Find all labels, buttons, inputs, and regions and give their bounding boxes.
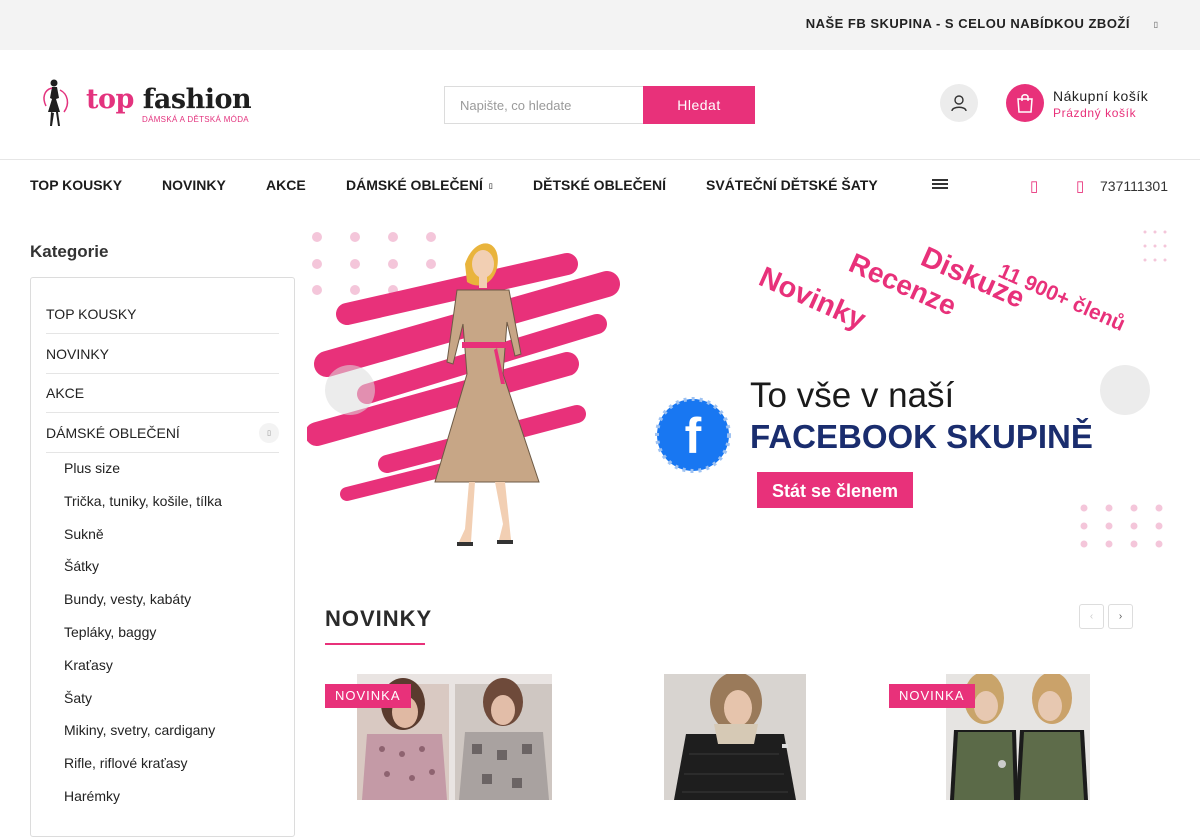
shopping-bag-icon [1017,94,1033,113]
top-bar: NAŠE FB SKUPINA - S CELOU NABÍDKOU ZBOŽÍ… [0,0,1200,50]
expand-toggle-icon[interactable]: ▯ [259,423,279,443]
banner-next-button[interactable] [1100,365,1150,415]
jacket-photo [664,674,806,800]
sidebar-title: Kategorie [30,242,109,261]
user-account-button[interactable] [940,84,978,122]
category-sidebar: TOP KOUSKY NOVINKY AKCE DÁMSKÉ OBLEČENÍ … [30,277,295,837]
logo-silhouette-icon [43,79,69,126]
logo-brand-pink: top [86,84,134,115]
dot-pattern-left [312,232,436,295]
section-title-novinky: NOVINKY [325,606,433,631]
carousel-next-button[interactable]: › [1108,604,1133,629]
subcategory-item[interactable]: Tepláky, baggy [64,624,156,640]
nav-item-svatecni-detske-saty[interactable]: SVÁTEČNÍ DĚTSKÉ ŠATY [706,177,878,193]
chevron-down-icon: ▯ [488,183,493,191]
nav-item-detske-obleceni[interactable]: DĚTSKÉ OBLEČENÍ [533,177,666,193]
phone-number[interactable]: 737111301 [1100,178,1168,194]
logo[interactable]: top fashion DÁMSKÁ A DĚTSKÁ MÓDA [36,78,256,130]
category-novinky[interactable]: NOVINKY [46,334,279,374]
nav-item-damske-obleceni[interactable]: DÁMSKÉ OBLEČENÍ ▯ [346,177,493,193]
logo-tagline: DÁMSKÁ A DĚTSKÁ MÓDA [142,115,249,124]
subcategory-item[interactable]: Bundy, vesty, kabáty [64,591,191,607]
category-top-kousky[interactable]: TOP KOUSKY [46,294,279,334]
subcategory-item[interactable]: Šátky [64,558,99,574]
cart-title[interactable]: Nákupní košík [1053,88,1148,104]
banner-prev-button[interactable] [325,365,375,415]
main-nav: TOP KOUSKY NOVINKY AKCE DÁMSKÉ OBLEČENÍ ▯… [0,160,1200,210]
chevron-down-icon[interactable]: ▯ [1154,20,1158,29]
heart-icon[interactable]: ▯ [1030,177,1038,195]
hero-banner[interactable]: f Novinky Recenze Diskuze 11 900+ členů … [307,224,1168,554]
banner-headline-2: FACEBOOK SKUPINĚ [750,418,1093,455]
subcategory-item[interactable]: Sukně [64,526,104,542]
product-image-jacket[interactable] [664,674,806,800]
subcategory-item[interactable]: Mikiny, svetry, cardigany [64,722,215,738]
search-form: Hledat [444,86,755,124]
search-input[interactable] [444,86,643,124]
user-icon [951,95,967,112]
cart-status: Prázdný košík [1053,106,1137,120]
product-badge-new: NOVINKA [325,684,411,708]
subcategory-item[interactable]: Kraťasy [64,657,113,673]
category-akce[interactable]: AKCE [46,373,279,413]
section-underline [325,643,425,645]
nav-item-akce[interactable]: AKCE [266,177,306,193]
nav-item-label: DÁMSKÉ OBLEČENÍ [346,177,483,193]
carousel-prev-button[interactable]: ‹ [1079,604,1104,629]
header: top fashion DÁMSKÁ A DĚTSKÁ MÓDA Hledat … [0,50,1200,160]
phone-icon: ▯ [1076,178,1085,195]
subcategory-item[interactable]: Plus size [64,460,120,476]
category-damske-obleceni[interactable]: DÁMSKÉ OBLEČENÍ ▯ [46,413,279,453]
fb-group-link[interactable]: NAŠE FB SKUPINA - S CELOU NABÍDKOU ZBOŽÍ [806,16,1130,31]
menu-icon[interactable] [932,179,948,191]
subcategory-item[interactable]: Rifle, riflové kraťasy [64,755,188,771]
product-badge-new: NOVINKA [889,684,975,708]
subcategory-item[interactable]: Šaty [64,690,92,706]
banner-cta-label: Stát se členem [772,481,898,501]
category-label: DÁMSKÉ OBLEČENÍ [46,425,180,441]
banner-headline-1: To vše v naší [750,376,955,415]
logo-brand-dark: fashion [142,84,252,115]
search-button[interactable]: Hledat [643,86,755,124]
subcategory-item[interactable]: Trička, tuniky, košile, tílka [64,493,222,509]
cart-button[interactable] [1006,84,1044,122]
banner-artwork: f Novinky Recenze Diskuze 11 900+ členů … [307,230,1167,548]
logo-title: top fashion [86,84,252,115]
subcategory-item[interactable]: Harémky [64,788,120,804]
facebook-logo: f [655,397,731,473]
facebook-f-letter: f [685,408,702,464]
nav-item-top-kousky[interactable]: TOP KOUSKY [30,177,122,193]
nav-item-novinky[interactable]: NOVINKY [162,177,226,193]
